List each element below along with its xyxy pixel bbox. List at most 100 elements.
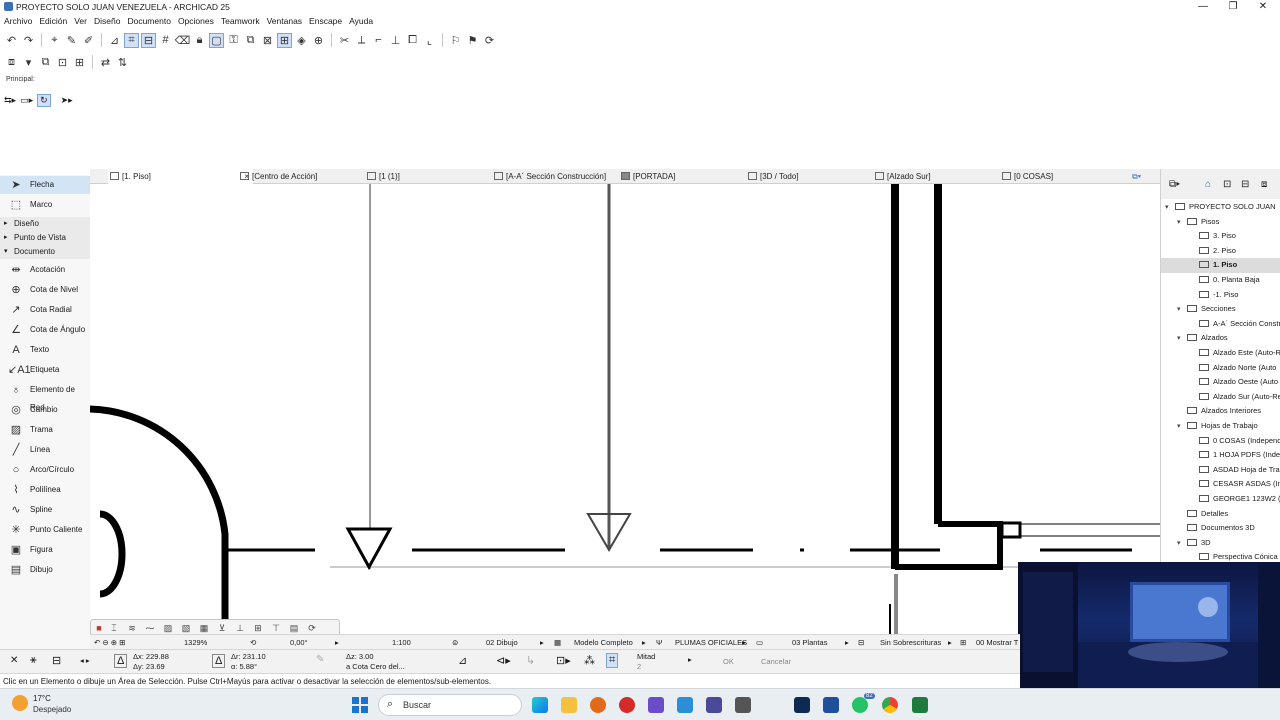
menu-ver[interactable]: Ver: [74, 14, 92, 28]
tool-item[interactable]: ⊕ Cota de Nivel: [0, 281, 90, 299]
text-frame-icon[interactable]: ⊤: [269, 623, 283, 634]
column-rect[interactable]: [1000, 521, 1022, 539]
trim-icon[interactable]: ✂: [337, 33, 352, 48]
pattern-icon[interactable]: ▦: [197, 623, 211, 634]
tool-item[interactable]: ⇹ Acotación: [0, 261, 90, 279]
excel-icon[interactable]: [912, 697, 928, 713]
navigator-item[interactable]: ASDAD Hoja de Trab: [1161, 463, 1280, 478]
tab-portada[interactable]: [PORTADA]: [619, 169, 747, 184]
organizer-icon[interactable]: ⊡: [55, 55, 70, 70]
lock-elements-icon[interactable]: ⚿: [226, 33, 241, 48]
navigator-item[interactable]: Alzado Norte (Auto: [1161, 361, 1280, 376]
menu-documento[interactable]: Documento: [127, 14, 175, 28]
navigator-item[interactable]: ▾ Secciones: [1161, 302, 1280, 317]
temperature-text[interactable]: 17°C: [33, 694, 51, 703]
delta-x-value[interactable]: Δx: 229.88: [133, 652, 169, 661]
menu-enscape[interactable]: Enscape: [309, 14, 347, 28]
tool-item[interactable]: ▨ Trama: [0, 421, 90, 439]
menu-archivo[interactable]: Archivo: [4, 14, 37, 28]
edge-icon[interactable]: [532, 697, 548, 713]
weather-sun-icon[interactable]: [12, 695, 28, 711]
tab-menu-icon[interactable]: ⧉▾: [1130, 169, 1158, 184]
tool-item[interactable]: ▤ Dibujo: [0, 561, 90, 579]
navigator-item[interactable]: CESASR ASDAS (Ind: [1161, 477, 1280, 492]
floor-plan-canvas[interactable]: [90, 184, 1160, 634]
delta-z-value[interactable]: Δz: 3.00: [346, 652, 374, 661]
angle-alpha-value[interactable]: α: 5.88°: [231, 662, 257, 671]
navigator-item[interactable]: 3. Piso: [1161, 229, 1280, 244]
special-snap-icon[interactable]: ⌗: [606, 653, 619, 668]
navigator-item[interactable]: 2. Piso: [1161, 244, 1280, 259]
weather-text[interactable]: Despejado: [33, 705, 71, 714]
close-icon[interactable]: ✕: [10, 655, 18, 666]
snap-icon[interactable]: ⊲▸: [496, 654, 511, 667]
section-punto-de-vista[interactable]: ▸ Punto de Vista: [0, 231, 90, 245]
tree-toggle-icon[interactable]: ▾: [1177, 216, 1187, 230]
firefox-icon[interactable]: [590, 697, 606, 713]
lock-icon[interactable]: 🔒︎: [192, 33, 207, 48]
inject-icon[interactable]: ✐: [81, 33, 96, 48]
navigator-item[interactable]: ▾ Alzados: [1161, 331, 1280, 346]
layer-combo-icon[interactable]: ⊕: [311, 33, 326, 48]
zoom-value[interactable]: 1329%: [184, 635, 207, 650]
navigator-item[interactable]: 1 HOJA PDFS (Indep: [1161, 448, 1280, 463]
tab-seccion[interactable]: [A-A´ Sección Construcción]: [492, 169, 620, 184]
view-map-icon[interactable]: ⌂: [1205, 179, 1211, 190]
arrows-icon[interactable]: ◂ ▸: [80, 656, 90, 665]
menu-ventanas[interactable]: Ventanas: [267, 14, 307, 28]
menu-edicion[interactable]: Edición: [39, 14, 72, 28]
archicad-icon[interactable]: [823, 697, 839, 713]
tool-item[interactable]: ∠ Cota de Ángulo: [0, 321, 90, 339]
settings-gear-icon[interactable]: [735, 697, 751, 713]
navigator-item[interactable]: Alzado Oeste (Auto: [1161, 375, 1280, 390]
menu-opciones[interactable]: Opciones: [178, 14, 219, 28]
geometry-icon[interactable]: ⚹: [30, 654, 37, 667]
eraser-icon[interactable]: ⌫: [175, 33, 191, 48]
renovation-value[interactable]: Sin Sobrescrituras: [880, 635, 941, 650]
arrow-tool-icon[interactable]: ➤▸: [61, 95, 73, 106]
angle-value[interactable]: 0,00°: [290, 635, 308, 650]
snap-mode-divisor[interactable]: 2: [637, 662, 641, 671]
tab-centro-de-accion[interactable]: [Centro de Acción]: [238, 169, 363, 184]
scale-value[interactable]: 1:100: [392, 635, 411, 650]
tool-item[interactable]: ↗ Cota Radial: [0, 301, 90, 319]
split-icon[interactable]: ⟂: [354, 33, 369, 48]
menu-teamwork[interactable]: Teamwork: [221, 14, 265, 28]
grid-snap-icon[interactable]: #: [158, 33, 173, 48]
navigator-item[interactable]: ▾ Pisos: [1161, 215, 1280, 230]
layer-icon[interactable]: ⊞: [277, 32, 292, 48]
opera-icon[interactable]: [619, 697, 635, 713]
grid-snap-icon[interactable]: ⊡▸: [556, 654, 571, 667]
ok-button[interactable]: OK: [723, 657, 734, 666]
fill-icon[interactable]: ▧: [179, 623, 193, 634]
tab-0-cosas[interactable]: [0 COSAS]: [1000, 169, 1128, 184]
tree-toggle-icon[interactable]: ▾: [1177, 332, 1187, 346]
tool-item[interactable]: ↙A1 Etiqueta: [0, 361, 90, 379]
layout-book-icon[interactable]: ⊡: [1223, 179, 1231, 190]
navigator-item[interactable]: Alzados Interiores: [1161, 404, 1280, 419]
undo-zoom-icon[interactable]: ↶ ⊖ ⊕ ⊞: [94, 635, 125, 650]
3d-view-icon[interactable]: ◈: [294, 33, 309, 48]
tab-1-1[interactable]: [1 (1)]: [365, 169, 490, 184]
chrome-icon[interactable]: [882, 697, 898, 713]
grid-table-icon[interactable]: ▤: [287, 623, 301, 634]
tool-item[interactable]: ♁ Elemento de Red: [0, 381, 90, 412]
tool-item[interactable]: ╱ Línea: [0, 441, 90, 459]
tool-marco[interactable]: ⬚ Marco: [0, 196, 90, 214]
section-documento[interactable]: ▾ Documento: [0, 245, 90, 259]
wall-tool-icon[interactable]: ⇆▸: [4, 95, 16, 106]
wall-corner[interactable]: [895, 521, 1003, 570]
layout-icon[interactable]: ⧈: [4, 55, 19, 70]
rotate-view-icon[interactable]: ↻: [37, 93, 51, 107]
publish-icon[interactable]: ⧉: [38, 55, 53, 70]
navigator-item[interactable]: A-A´ Sección Constr: [1161, 317, 1280, 332]
publisher-icon[interactable]: ⊟: [1241, 179, 1249, 190]
group-icon[interactable]: ⧉: [243, 33, 258, 48]
tool-item[interactable]: ⌇ Polilínea: [0, 481, 90, 499]
navigator-item[interactable]: 1. Piso: [1161, 258, 1280, 273]
navigator-item[interactable]: Detalles: [1161, 507, 1280, 522]
tool-item[interactable]: A Texto: [0, 341, 90, 359]
navigator-item[interactable]: 0. Planta Baja: [1161, 273, 1280, 288]
door-tool-icon[interactable]: ▭▸: [20, 95, 33, 106]
settings-icon[interactable]: ⧈: [1261, 179, 1267, 190]
